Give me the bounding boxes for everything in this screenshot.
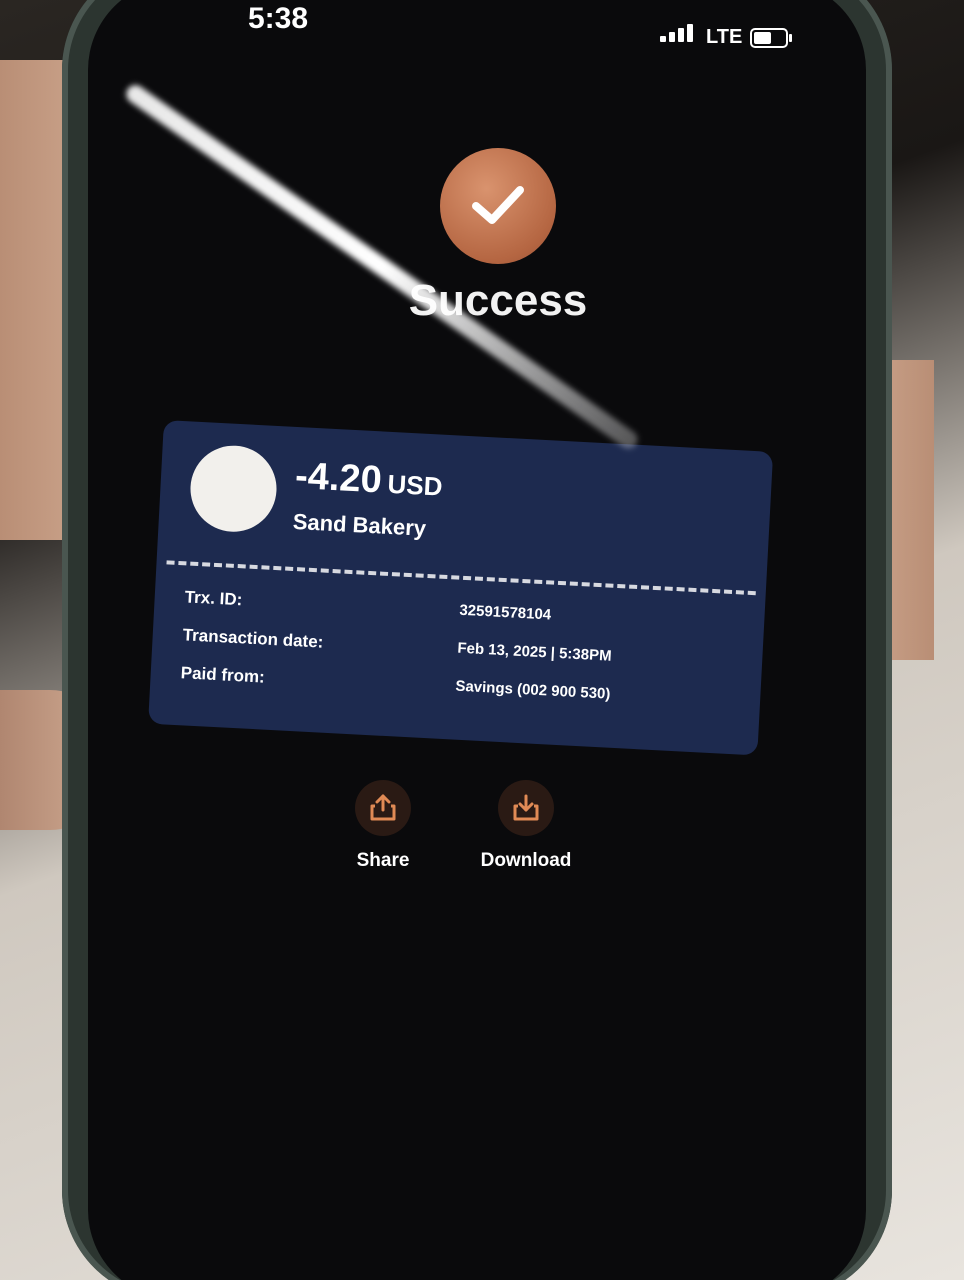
detail-label: Transaction date:: [182, 625, 324, 652]
amount-value: -4.20: [294, 454, 383, 502]
receipt-card: -4.20 USD Sand Bakery Trx. ID: 3259157810…: [148, 420, 774, 756]
amount: -4.20 USD: [294, 455, 444, 506]
download-label: Download: [480, 850, 572, 871]
download-icon: [498, 780, 554, 836]
success-title: Success: [408, 276, 588, 325]
battery-icon: [750, 28, 792, 48]
signal-icon: [660, 22, 704, 42]
screen-glare: [122, 81, 642, 452]
share-label: Share: [356, 850, 410, 871]
phone-screen: 5:38 LTE Success -4.20 USD Sand Bakery T…: [88, 0, 866, 1280]
merchant-avatar: [188, 443, 279, 534]
merchant-name: Sand Bakery: [292, 508, 427, 541]
detail-label: Paid from:: [180, 663, 266, 687]
detail-row-paid-from: Paid from: Savings (002 900 530): [180, 663, 740, 702]
success-checkmark-icon: [440, 148, 556, 264]
network-label: LTE: [706, 26, 743, 48]
battery-level: [754, 32, 771, 44]
action-bar: Share Download: [88, 780, 866, 900]
detail-value: 32591578104: [459, 601, 552, 624]
status-time: 5:38: [248, 2, 309, 35]
detail-label: Trx. ID:: [184, 587, 243, 610]
photo-scene: 5:38 LTE Success -4.20 USD Sand Bakery T…: [0, 0, 964, 1280]
receipt-details: Trx. ID: 32591578104 Transaction date: F…: [148, 564, 766, 756]
detail-value: Feb 13, 2025 | 5:38PM: [457, 639, 612, 665]
detail-value: Savings (002 900 530): [455, 677, 611, 703]
download-button[interactable]: Download: [456, 780, 596, 872]
detail-row-trx-id: Trx. ID: 32591578104: [184, 587, 744, 623]
status-bar: 5:38 LTE: [88, 0, 866, 70]
share-button[interactable]: Share: [313, 780, 453, 872]
detail-row-transaction-date: Transaction date: Feb 13, 2025 | 5:38PM: [182, 625, 742, 664]
amount-currency: USD: [386, 468, 444, 502]
share-icon: [355, 780, 411, 836]
